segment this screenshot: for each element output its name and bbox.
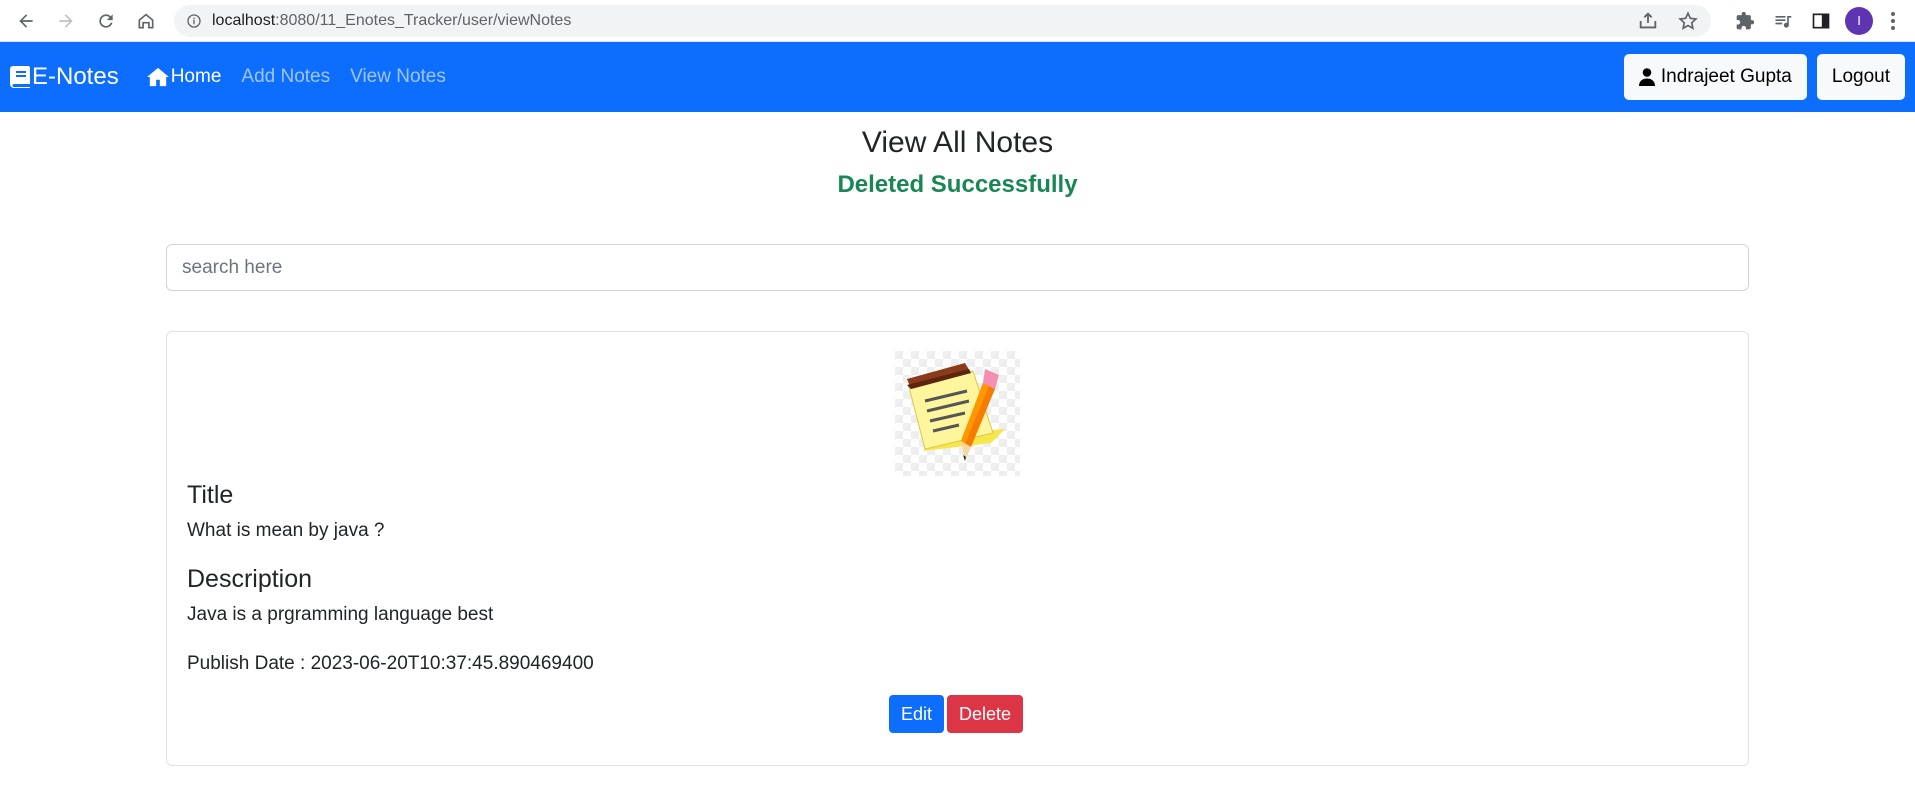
status-message: Deleted Successfully (837, 171, 1078, 198)
share-icon[interactable] (1637, 10, 1659, 32)
nav-add-notes[interactable]: Add Notes (241, 66, 330, 88)
delete-button[interactable]: Delete (947, 695, 1024, 733)
reload-icon[interactable] (90, 5, 122, 37)
browser-toolbar: localhost:8080/11_Enotes_Tracker/user/vi… (0, 0, 1915, 42)
profile-avatar[interactable]: I (1845, 6, 1873, 35)
page-title: View All Notes (861, 126, 1054, 159)
bookmark-star-icon[interactable] (1677, 10, 1699, 32)
publish-date: Publish Date : 2023-06-20T10:37:45.89046… (187, 653, 594, 674)
side-panel-icon[interactable] (1805, 5, 1837, 37)
forward-icon[interactable] (50, 5, 82, 37)
logout-button[interactable]: Logout (1816, 54, 1905, 100)
site-info-icon[interactable] (186, 13, 202, 29)
title-heading: Title (187, 481, 234, 509)
address-bar[interactable]: localhost:8080/11_Enotes_Tracker/user/vi… (174, 4, 1711, 37)
house-icon (146, 67, 169, 87)
nav-home[interactable]: Home (146, 66, 221, 88)
extensions-icon[interactable] (1729, 5, 1761, 37)
menu-kebab-icon[interactable] (1881, 5, 1905, 37)
url-text: localhost:8080/11_Enotes_Tracker/user/vi… (212, 11, 572, 29)
main-content: View All Notes Deleted Successfully sear… (0, 122, 1915, 766)
search-input[interactable] (166, 244, 1749, 291)
app-navbar: E-Notes Home Add Notes View Notes Indraj… (0, 42, 1915, 112)
notepad-pencil-icon (895, 351, 1020, 476)
book-icon (10, 66, 30, 88)
back-icon[interactable] (10, 5, 42, 37)
edit-button[interactable]: Edit (888, 695, 944, 733)
home-browser-icon[interactable] (130, 5, 162, 37)
description-heading: Description (187, 565, 313, 593)
brand-link[interactable]: E-Notes (10, 63, 119, 91)
user-icon (1638, 68, 1655, 86)
nav-view-notes[interactable]: View Notes (350, 66, 446, 88)
note-actions: Edit Delete (187, 695, 1728, 733)
note-title: What is mean by java ? (187, 520, 385, 541)
user-profile-button[interactable]: Indrajeet Gupta (1623, 54, 1807, 100)
media-queue-icon[interactable] (1767, 5, 1799, 37)
brand-text: E-Notes (32, 63, 119, 90)
note-description: Java is a prgramming language best (187, 604, 494, 625)
note-card: Title What is mean by java ? Description… (166, 331, 1749, 766)
